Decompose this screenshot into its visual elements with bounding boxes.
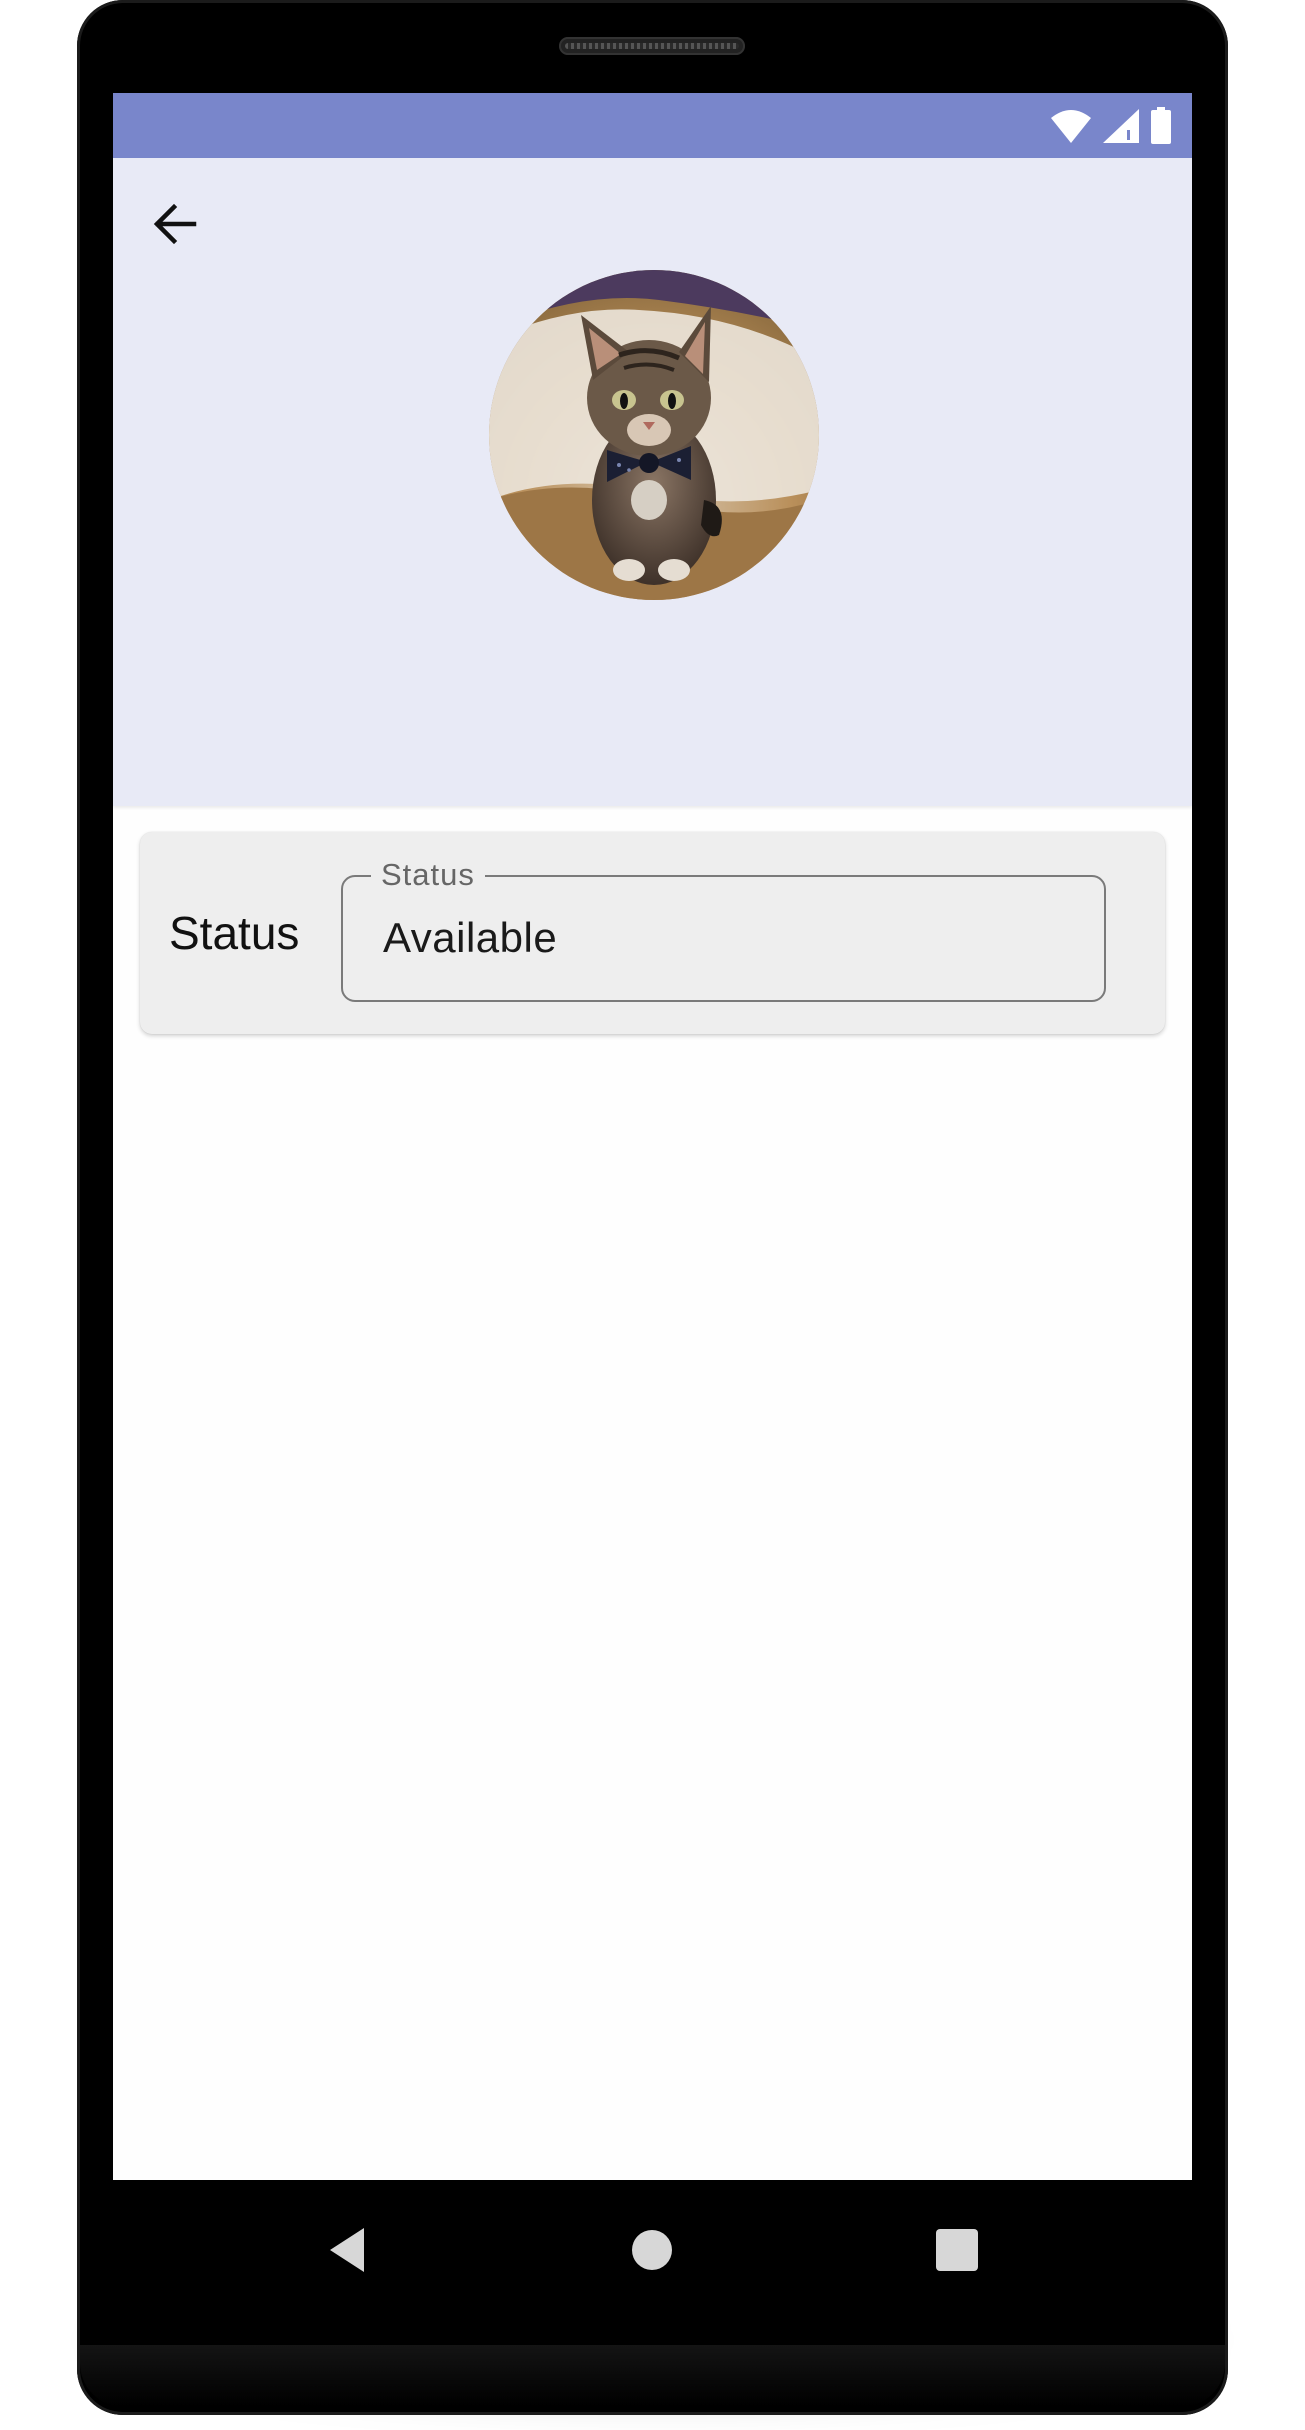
home-circle-icon	[632, 2230, 672, 2270]
status-field[interactable]: Status Available	[341, 857, 1106, 1002]
nav-back-button[interactable]	[316, 2218, 380, 2282]
status-card: Status Status Available	[140, 832, 1165, 1034]
wifi-icon	[1051, 110, 1091, 143]
status-field-legend: Status	[371, 857, 485, 893]
nav-home-button[interactable]	[620, 2218, 684, 2282]
status-bar	[113, 93, 1192, 158]
recents-square-icon	[936, 2229, 978, 2271]
page: Status Status Available	[0, 0, 1305, 2430]
profile-header	[113, 158, 1192, 806]
screen: Status Status Available	[113, 93, 1192, 2180]
phone-bottom-edge	[80, 2345, 1225, 2407]
nav-recents-button[interactable]	[925, 2218, 989, 2282]
cell-signal-icon	[1103, 109, 1139, 143]
kitten-photo	[489, 270, 819, 600]
status-icons	[1050, 107, 1172, 145]
back-triangle-icon	[330, 2228, 364, 2272]
status-field-value[interactable]: Available	[383, 913, 557, 963]
avatar	[489, 270, 819, 600]
status-label: Status	[169, 907, 300, 959]
battery-icon	[1151, 107, 1171, 144]
navigation-bar	[113, 2180, 1192, 2320]
speaker-grill	[559, 37, 745, 55]
arrow-back-icon	[153, 203, 197, 245]
back-button[interactable]	[143, 192, 207, 256]
